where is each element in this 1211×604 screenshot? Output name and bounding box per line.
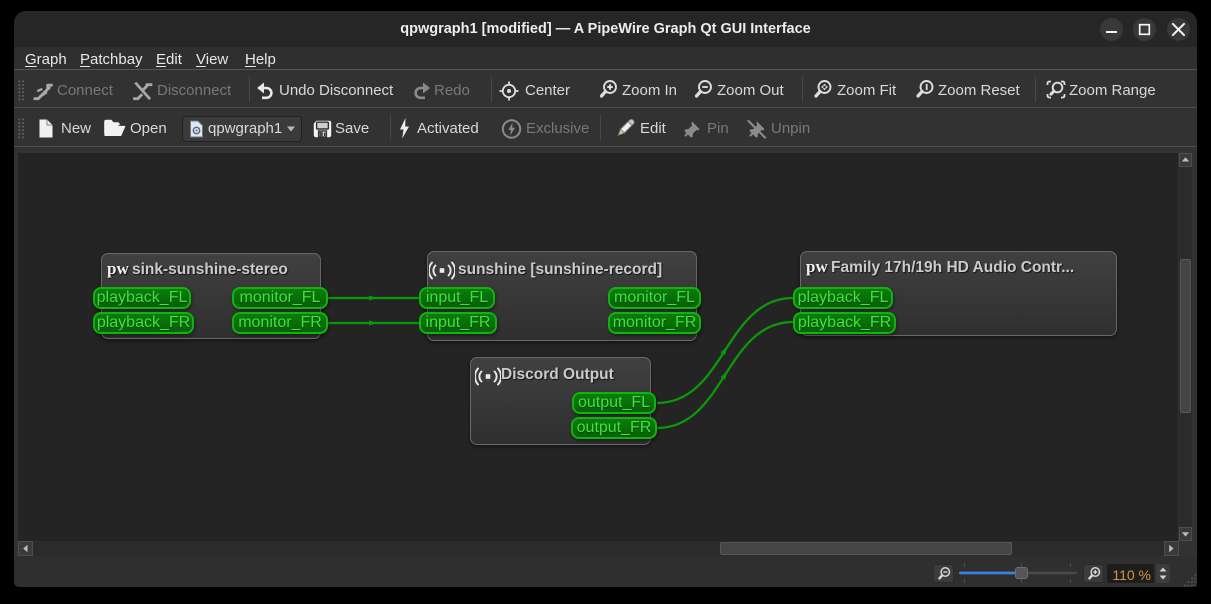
svg-text:pw: pw bbox=[806, 257, 828, 276]
svg-text:pw: pw bbox=[107, 259, 129, 278]
